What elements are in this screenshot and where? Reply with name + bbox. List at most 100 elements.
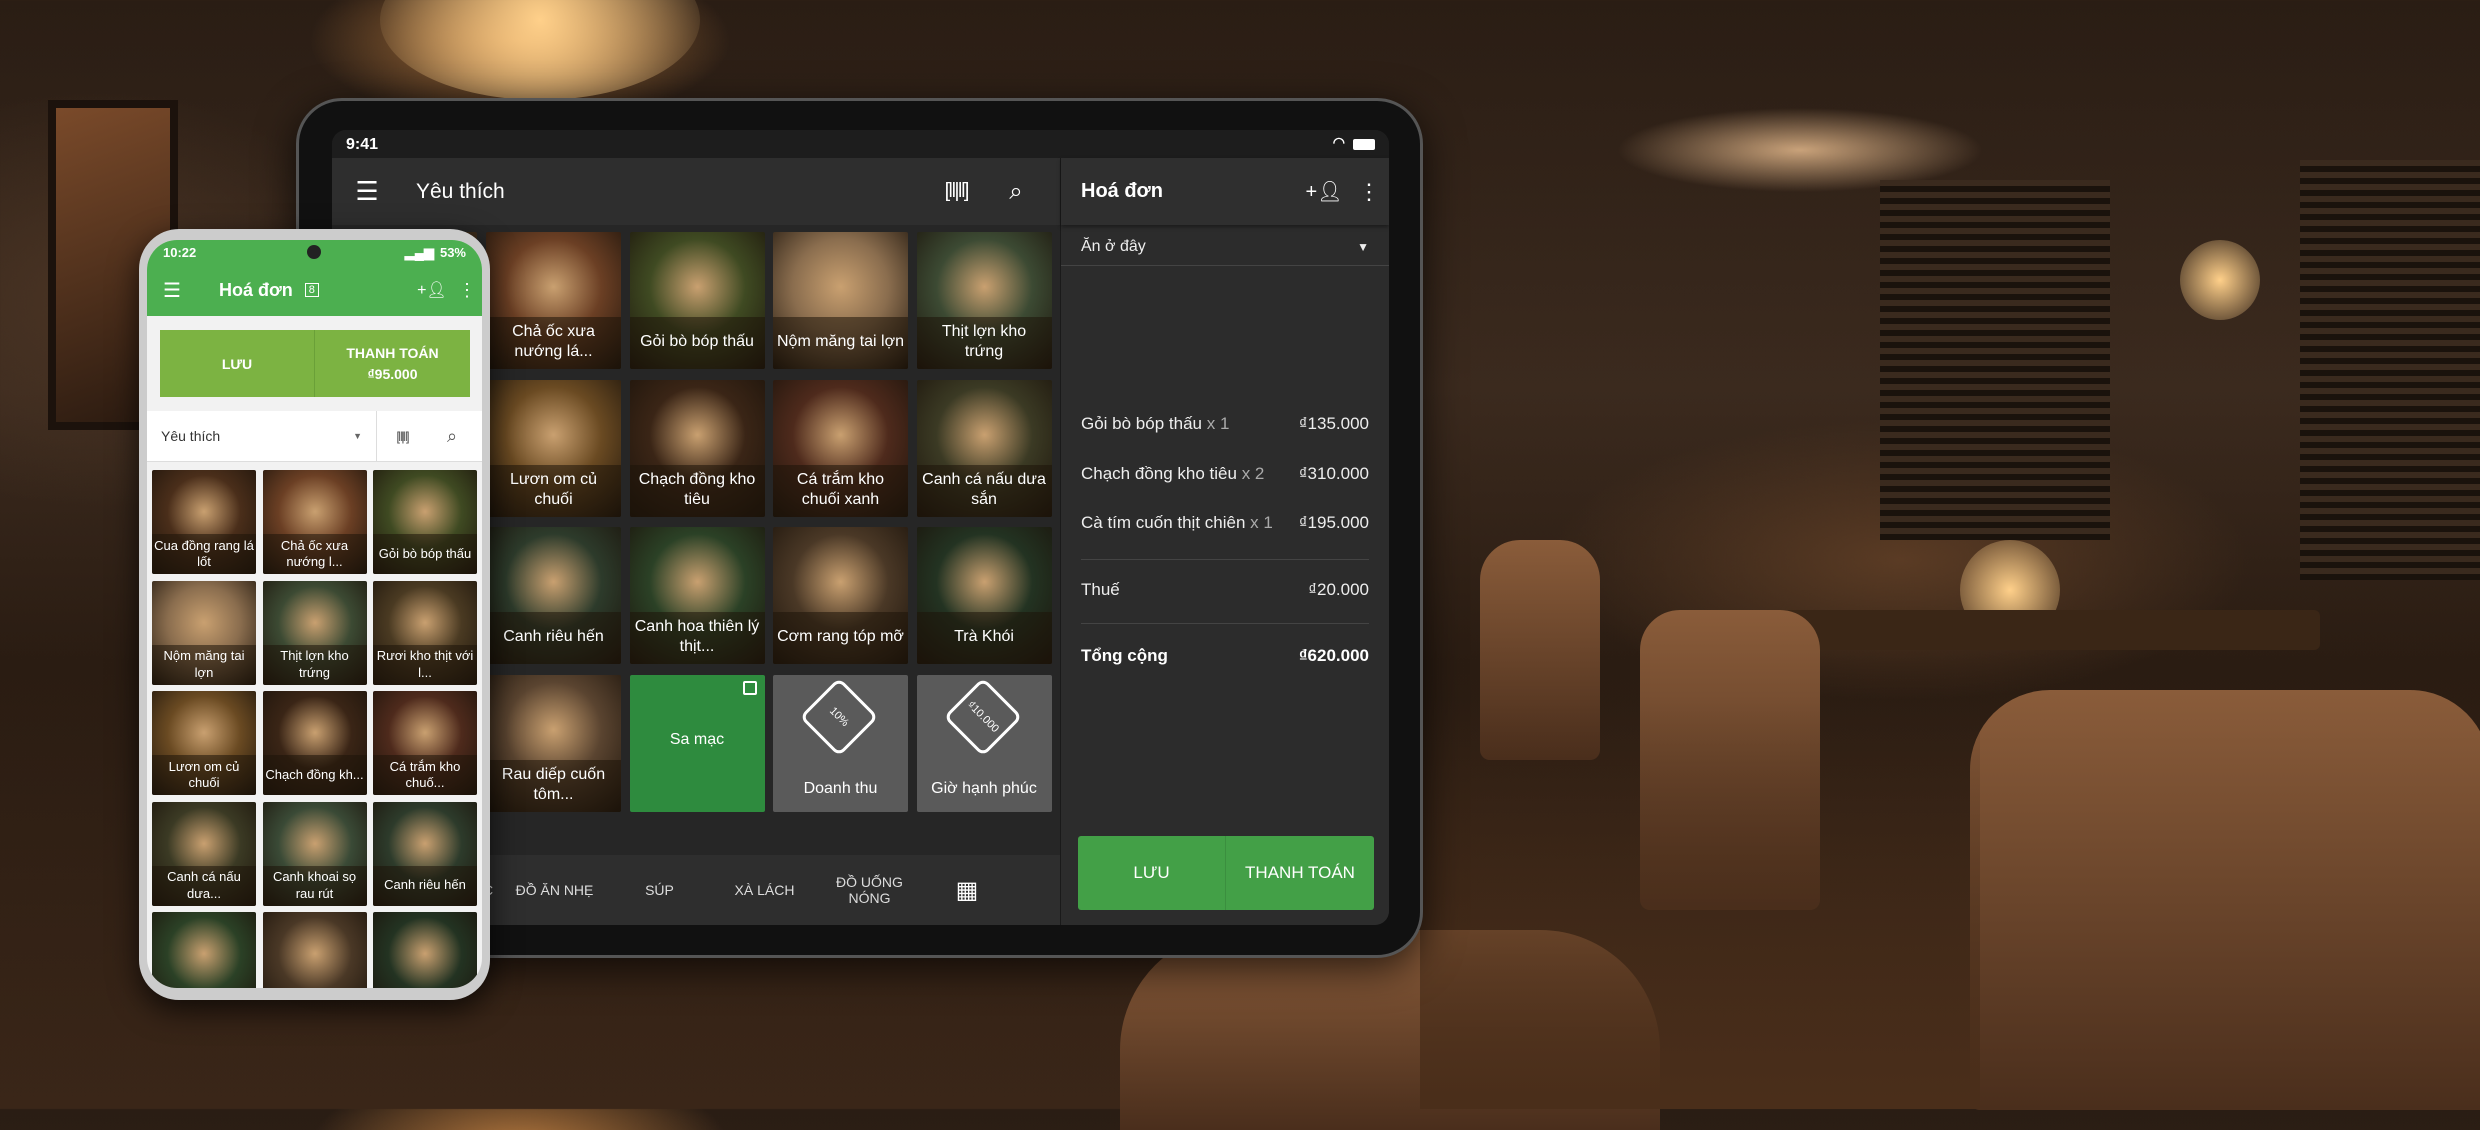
battery-icon bbox=[1353, 139, 1375, 150]
item-name: Cà tím cuốn thịt chiên bbox=[1081, 513, 1246, 532]
item-price: ₫195.000 bbox=[1298, 513, 1369, 532]
product-tile[interactable]: Chạch đồng kho tiêu bbox=[629, 379, 765, 517]
charge-button[interactable]: THANH TOÁN ₫95.000 bbox=[315, 330, 470, 397]
category-tab[interactable]: ĐỒ UỐNG NÓNG bbox=[817, 874, 922, 906]
tile-label: Giờ hạnh phúc bbox=[931, 779, 1037, 797]
total-label: Tổng cộng bbox=[1081, 646, 1168, 665]
tile-label: Thịt lợn kho trứng bbox=[916, 317, 1052, 369]
tile-label: Lươn om củ chuối bbox=[152, 755, 256, 795]
product-tile[interactable]: Rau diếp cuốn tôm... bbox=[486, 674, 621, 812]
window-blinds bbox=[2300, 160, 2480, 580]
wifi-icon: ◠ bbox=[1332, 134, 1345, 150]
product-tile[interactable]: Chả ốc xưa nướng l... bbox=[262, 470, 367, 574]
category-tile[interactable]: Sa mạc bbox=[629, 674, 765, 812]
product-tile[interactable] bbox=[262, 912, 367, 988]
product-tile[interactable]: Canh hoa thiên lý thịt... bbox=[629, 527, 765, 664]
item-price: ₫310.000 bbox=[1298, 463, 1369, 483]
tile-label: Gỏi bò bóp thấu bbox=[629, 317, 765, 369]
search-icon[interactable]: ⌕ bbox=[986, 178, 1046, 206]
item-quantity: x 1 bbox=[1206, 414, 1230, 433]
category-tab[interactable]: ĐỒ ĂN NHẸ bbox=[502, 882, 607, 898]
product-tile[interactable]: Gỏi bò bóp thấu bbox=[373, 470, 477, 574]
tablet-screen: 9:41 ◠ ☰ Yêu thích [‖|‖] ⌕ Chả ốc xưa nư… bbox=[332, 130, 1389, 925]
save-button[interactable]: LƯU bbox=[1078, 836, 1226, 910]
product-tile[interactable]: Gỏi bò bóp thấu bbox=[629, 232, 765, 369]
category-tab[interactable]: SÚP bbox=[607, 882, 712, 898]
status-time: 10:22 bbox=[163, 245, 197, 260]
product-tile[interactable]: Canh riêu hến bbox=[486, 527, 621, 664]
tile-label: Nộm măng tai lợn bbox=[152, 644, 256, 685]
search-icon[interactable]: ⌕ bbox=[427, 426, 477, 447]
receipt-line-item[interactable]: Chạch đồng kho tiêu x 2 ₫310.000 bbox=[1081, 464, 1369, 484]
category-bar: Yêu thích ▼ [‖|‖] ⌕ bbox=[147, 411, 482, 462]
product-tile[interactable]: Lươn om củ chuối bbox=[486, 379, 621, 517]
tile-label: Canh khoai sọ rau rút bbox=[262, 865, 367, 906]
item-name-wrap: Gỏi bò bóp thấu x 1 bbox=[1081, 414, 1229, 434]
tile-label: Gỏi bò bóp thấu bbox=[373, 534, 477, 574]
grid-icon[interactable]: ▦ bbox=[922, 876, 1012, 905]
add-customer-icon[interactable]: +👤︎ bbox=[412, 280, 452, 300]
product-tile[interactable]: Lươn om củ chuối bbox=[152, 691, 256, 795]
product-tile[interactable]: Cơm rang tóp mỡ bbox=[773, 527, 908, 664]
product-tile[interactable]: Canh khoai sọ rau rút bbox=[262, 801, 367, 906]
product-tile[interactable]: Nộm măng tai lợn bbox=[773, 232, 908, 369]
product-tile[interactable] bbox=[152, 912, 256, 988]
category-dropdown[interactable]: Yêu thích ▼ bbox=[147, 411, 377, 461]
barcode-icon[interactable]: [‖|‖] bbox=[377, 429, 427, 444]
dining-option-dropdown[interactable]: Ăn ở đây ▼ bbox=[1061, 229, 1389, 266]
item-name-wrap: Cà tím cuốn thịt chiên x 1 bbox=[1081, 513, 1273, 533]
ceiling-light bbox=[380, 0, 700, 100]
floor bbox=[1420, 700, 1980, 1109]
product-tile[interactable]: Thịt lợn kho trứng bbox=[262, 580, 367, 685]
product-tile[interactable]: Thịt lợn kho trứng bbox=[916, 232, 1052, 369]
menu-icon[interactable]: ☰ bbox=[147, 278, 197, 303]
price-tag-icon: ₫10.000 bbox=[942, 676, 1023, 757]
product-tile[interactable]: Nộm măng tai lợn bbox=[152, 580, 256, 685]
page-title: Yêu thích bbox=[416, 179, 505, 203]
more-options-icon[interactable]: ⋮ bbox=[452, 280, 482, 301]
save-button[interactable]: LƯU bbox=[160, 330, 315, 397]
category-tab[interactable]: XÀ LÁCH bbox=[712, 882, 817, 898]
receipt-line-item[interactable]: Cà tím cuốn thịt chiên x 1 ₫195.000 bbox=[1081, 513, 1369, 533]
product-tile[interactable]: Chả ốc xưa nướng lá... bbox=[486, 232, 621, 369]
phone-screen: 10:22 ▂▄▆ 53% ☰ Hoá đơn 8 +👤︎ ⋮ LƯU THAN… bbox=[147, 240, 482, 988]
item-name-wrap: Chạch đồng kho tiêu x 2 bbox=[1081, 464, 1264, 484]
item-name: Chạch đồng kho tiêu bbox=[1081, 463, 1237, 483]
menu-icon[interactable]: ☰ bbox=[332, 176, 402, 207]
tile-label: Chả ốc xưa nướng lá... bbox=[486, 317, 621, 369]
tile-label: Chạch đồng kho tiêu bbox=[629, 464, 765, 517]
discount-tile[interactable]: 10% Doanh thu bbox=[773, 674, 908, 812]
discount-tile[interactable]: ₫10.000 Giờ hạnh phúc bbox=[916, 674, 1052, 812]
product-tile[interactable]: Rươi kho thịt với l... bbox=[373, 580, 477, 685]
total-value: ₫620.000 bbox=[1298, 646, 1369, 665]
discount-value: 10% bbox=[826, 704, 852, 729]
receipt-title: Hoá đơn bbox=[1081, 180, 1163, 202]
product-tile[interactable] bbox=[373, 912, 477, 988]
product-tile[interactable]: Chạch đồng kh... bbox=[262, 691, 367, 795]
tile-label: Sa mạc bbox=[669, 730, 725, 748]
product-tile[interactable]: Trà Khói bbox=[916, 527, 1052, 664]
receipt-line-item[interactable]: Gỏi bò bóp thấu x 1 ₫135.000 bbox=[1081, 414, 1369, 434]
product-tile[interactable]: Canh cá nấu dưa... bbox=[152, 801, 256, 906]
product-tile[interactable]: Canh cá nấu dưa sắn bbox=[916, 379, 1052, 517]
barcode-icon[interactable]: [‖|‖] bbox=[926, 180, 986, 203]
product-tile[interactable]: Cá trắm kho chuối xanh bbox=[773, 379, 908, 517]
chair bbox=[1970, 690, 2480, 1110]
tile-label: Canh riêu hến bbox=[486, 612, 621, 664]
product-tile[interactable]: Canh riêu hến bbox=[373, 801, 477, 906]
toolbar: ☰ Yêu thích [‖|‖] ⌕ bbox=[332, 158, 1060, 225]
add-customer-icon[interactable]: +👤︎ bbox=[1299, 179, 1349, 204]
tile-label: Canh cá nấu dưa sắn bbox=[916, 464, 1052, 517]
dining-option-value: Ăn ở đây bbox=[1081, 238, 1146, 255]
charge-button[interactable]: THANH TOÁN bbox=[1226, 836, 1374, 910]
status-bar: 9:41 ◠ bbox=[332, 130, 1389, 158]
window-blinds bbox=[1880, 180, 2110, 540]
tile-label: Chả ốc xưa nướng l... bbox=[262, 534, 367, 574]
item-quantity: x 2 bbox=[1241, 463, 1265, 483]
product-tile[interactable]: Cá trắm kho chuố... bbox=[373, 691, 477, 795]
tile-label: Canh cá nấu dưa... bbox=[152, 865, 256, 906]
more-options-icon[interactable]: ⋮ bbox=[1349, 179, 1389, 205]
battery-level: 53% bbox=[439, 245, 466, 260]
product-tile[interactable]: Cua đồng rang lá lốt bbox=[152, 470, 256, 574]
tile-label: Thịt lợn kho trứng bbox=[262, 644, 367, 685]
